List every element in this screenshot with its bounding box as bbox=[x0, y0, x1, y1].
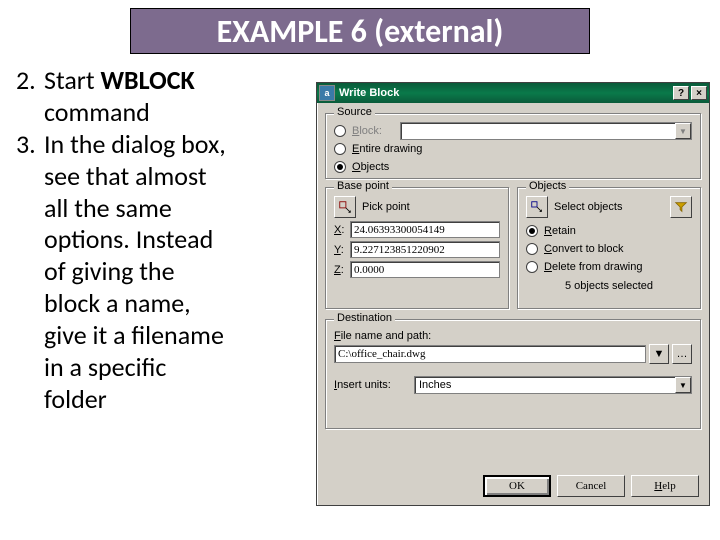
chevron-down-icon: ▼ bbox=[675, 123, 691, 139]
title-bar[interactable]: a Write Block ? × bbox=[317, 83, 709, 103]
radio-icon bbox=[334, 161, 346, 173]
list-item: 2.Start WBLOCK bbox=[16, 66, 306, 96]
close-button[interactable]: × bbox=[691, 86, 707, 100]
radio-icon bbox=[334, 143, 346, 155]
chevron-down-icon: ▼ bbox=[675, 377, 691, 393]
radio-icon bbox=[526, 243, 538, 255]
slide-title: EXAMPLE 6 (external) bbox=[130, 8, 590, 54]
close-icon: × bbox=[696, 88, 702, 99]
y-input[interactable] bbox=[350, 241, 500, 258]
x-input[interactable] bbox=[350, 221, 500, 238]
help-button[interactable]: Help bbox=[631, 475, 699, 497]
radio-entire-drawing[interactable]: Entire drawing bbox=[334, 140, 692, 158]
cancel-button[interactable]: Cancel bbox=[557, 475, 625, 497]
file-path-input[interactable] bbox=[334, 345, 646, 363]
list-item: 3.In the dialog box, bbox=[16, 130, 306, 160]
dialog-title: Write Block bbox=[339, 87, 399, 99]
path-dropdown-button[interactable]: ▼ bbox=[649, 344, 669, 364]
chevron-down-icon: ▼ bbox=[654, 348, 665, 360]
app-icon: a bbox=[319, 85, 335, 101]
insert-units-combo[interactable]: Inches ▼ bbox=[414, 376, 692, 394]
filter-icon bbox=[674, 200, 688, 214]
radio-objects[interactable]: Objects bbox=[334, 158, 692, 176]
write-block-dialog: a Write Block ? × Source Block: ▼ Entire… bbox=[316, 82, 710, 506]
units-label: Insert units: bbox=[334, 379, 414, 391]
select-objects-label: Select objects bbox=[554, 201, 622, 213]
slide-title-text: EXAMPLE 6 (external) bbox=[217, 12, 504, 51]
base-point-group: Base point Pick point X: Y: Z: bbox=[325, 187, 509, 309]
radio-retain[interactable]: Retain bbox=[526, 222, 692, 240]
slide-body: 2.Start WBLOCK command 3.In the dialog b… bbox=[16, 66, 306, 417]
radio-icon bbox=[526, 261, 538, 273]
radio-icon bbox=[526, 225, 538, 237]
group-legend: Base point bbox=[334, 180, 392, 192]
ellipsis-icon: … bbox=[677, 348, 688, 360]
help-titlebar-button[interactable]: ? bbox=[673, 86, 689, 100]
selection-count: 5 objects selected bbox=[526, 280, 692, 292]
select-objects-button[interactable] bbox=[526, 196, 548, 218]
select-objects-icon bbox=[530, 200, 544, 214]
pick-point-icon bbox=[338, 200, 352, 214]
browse-button[interactable]: … bbox=[672, 344, 692, 364]
radio-icon bbox=[334, 125, 346, 137]
destination-group: Destination File name and path: ▼ … Inse… bbox=[325, 319, 701, 429]
radio-block[interactable]: Block: ▼ bbox=[334, 122, 692, 140]
group-legend: Destination bbox=[334, 312, 395, 324]
radio-convert[interactable]: Convert to block bbox=[526, 240, 692, 258]
ok-button[interactable]: OK bbox=[483, 475, 551, 497]
z-input[interactable] bbox=[350, 261, 500, 278]
objects-group: Objects Select objects Retain Convert to… bbox=[517, 187, 701, 309]
path-label: File name and path: bbox=[334, 330, 692, 342]
quick-select-button[interactable] bbox=[670, 196, 692, 218]
pick-point-button[interactable] bbox=[334, 196, 356, 218]
dialog-buttons: OK Cancel Help bbox=[483, 475, 699, 497]
group-legend: Objects bbox=[526, 180, 569, 192]
radio-delete[interactable]: Delete from drawing bbox=[526, 258, 692, 276]
block-combo: ▼ bbox=[400, 122, 692, 140]
pick-point-label: Pick point bbox=[362, 201, 410, 213]
source-group: Source Block: ▼ Entire drawing Objects bbox=[325, 113, 701, 179]
group-legend: Source bbox=[334, 106, 375, 118]
